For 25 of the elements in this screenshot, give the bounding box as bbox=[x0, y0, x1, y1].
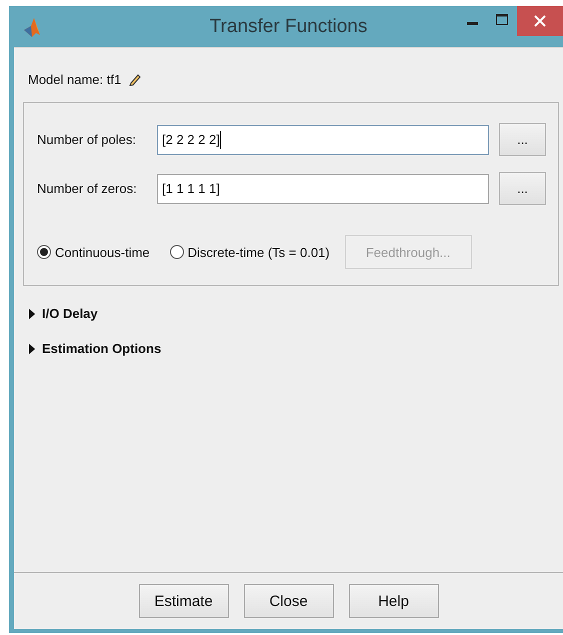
section-header[interactable]: I/O Delay bbox=[42, 306, 98, 321]
radio-label: Continuous-time bbox=[55, 244, 150, 260]
minimize-icon bbox=[466, 22, 478, 24]
close-icon bbox=[534, 15, 546, 27]
input-field[interactable]: [1 1 1 1 1] bbox=[157, 174, 489, 204]
field-label: Number of poles: bbox=[37, 132, 137, 147]
radio-label: Discrete-time (Ts = 0.01) bbox=[188, 244, 330, 260]
browse-button[interactable]: ... bbox=[499, 123, 546, 156]
expand-arrow-icon[interactable] bbox=[29, 342, 36, 354]
radio-button[interactable] bbox=[170, 245, 184, 259]
maximize-icon bbox=[496, 14, 508, 24]
radio-button[interactable] bbox=[37, 245, 51, 259]
dialog-button[interactable]: Help bbox=[348, 584, 438, 618]
pencil-icon[interactable] bbox=[129, 72, 142, 86]
window-title: Transfer Functions bbox=[210, 16, 368, 38]
close-button[interactable] bbox=[517, 6, 563, 36]
field-label: Number of zeros: bbox=[37, 181, 138, 196]
browse-button[interactable]: ... bbox=[499, 172, 546, 205]
section-header[interactable]: Estimation Options bbox=[42, 341, 162, 356]
dialog-button[interactable]: Close bbox=[244, 584, 334, 618]
input-field[interactable]: [2 2 2 2 2] bbox=[157, 124, 489, 154]
dialog-button[interactable]: Estimate bbox=[138, 584, 228, 618]
model-name-label: Model name: tf1 bbox=[28, 72, 122, 86]
app-logo-icon bbox=[22, 16, 42, 38]
expand-arrow-icon[interactable] bbox=[29, 308, 36, 320]
